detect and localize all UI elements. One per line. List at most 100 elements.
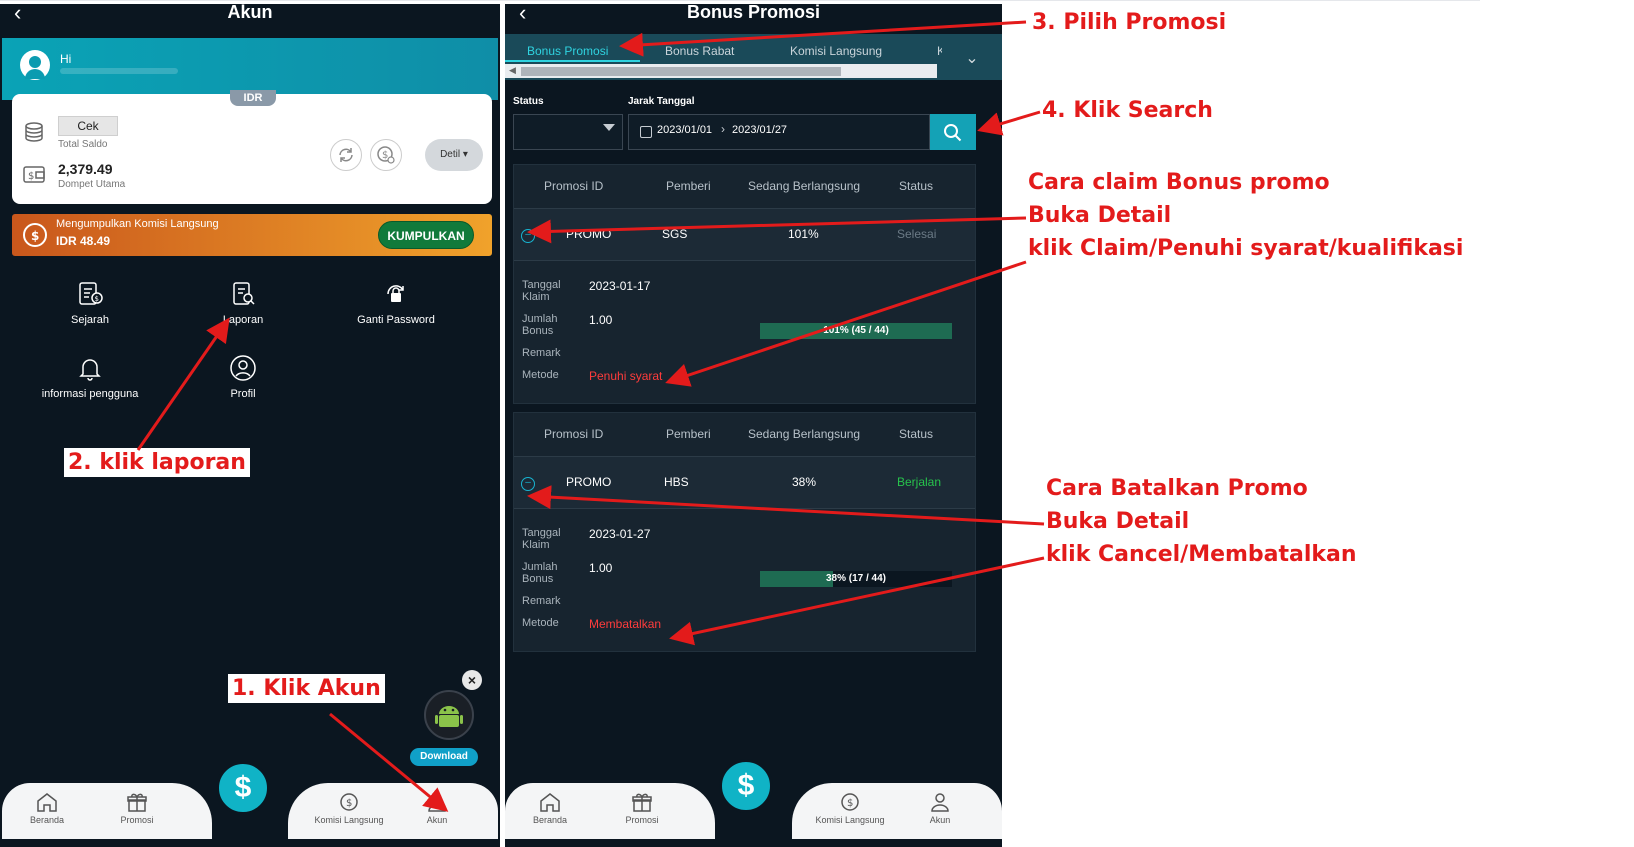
username-redacted bbox=[60, 68, 178, 74]
promo-id: PROMO bbox=[566, 475, 612, 489]
status-badge: Selesai bbox=[897, 227, 937, 241]
collect-button[interactable]: KUMPULKAN bbox=[378, 221, 474, 249]
bonus-promotion-screen: ‹ Bonus Promosi Bonus Promosi Bonus Raba… bbox=[505, 4, 1002, 847]
scroll-left-icon[interactable]: ◀ bbox=[509, 65, 516, 76]
detail-dropdown-button[interactable]: Detil ▾ bbox=[425, 139, 483, 171]
annotation-step-1: 1. Klik Akun bbox=[228, 674, 385, 703]
tab-akun[interactable]: Akun bbox=[392, 791, 482, 825]
close-download-button[interactable]: × bbox=[462, 670, 482, 690]
annotation-claim-line-1: Cara claim Bonus promo bbox=[1028, 170, 1330, 195]
tutorial-canvas: ‹ Akun Hi IDR Cek Total Saldo $ 2,379.49… bbox=[0, 0, 1634, 847]
status-select[interactable] bbox=[513, 114, 623, 150]
progress-bar: 38% (17 / 44) bbox=[760, 571, 952, 587]
claim-date-value: 2023-01-27 bbox=[589, 527, 651, 541]
refresh-button[interactable] bbox=[330, 139, 362, 171]
promo-record-1: Promosi ID Pemberi Sedang Berlangsung St… bbox=[513, 164, 976, 404]
col-pemberi: Pemberi bbox=[666, 179, 711, 193]
dollar-icon: $ bbox=[737, 769, 755, 802]
menu-informasi-pengguna[interactable]: informasi pengguna bbox=[30, 354, 150, 400]
collapse-icon[interactable]: – bbox=[521, 229, 535, 243]
annotation-claim-line-3: klik Claim/Penuhi syarat/kualifikasi bbox=[1028, 236, 1464, 261]
claim-date-label: Tanggal Klaim bbox=[522, 527, 561, 551]
tab-bonus-rabat[interactable]: Bonus Rabat bbox=[665, 44, 734, 58]
total-balance-label: Total Saldo bbox=[58, 139, 108, 150]
giver: SGS bbox=[662, 227, 688, 241]
menu-profil[interactable]: Profil bbox=[183, 354, 303, 400]
tab-beranda[interactable]: Beranda bbox=[2, 791, 92, 825]
collapse-icon[interactable]: – bbox=[521, 477, 535, 491]
svg-text:$: $ bbox=[95, 295, 99, 303]
giver: HBS bbox=[664, 475, 689, 489]
col-promo-id: Promosi ID bbox=[544, 427, 604, 441]
record-summary-row[interactable]: – PROMO SGS 101% Selesai bbox=[514, 209, 975, 261]
chevron-down-icon[interactable]: ⌄ bbox=[942, 38, 1002, 80]
progress-bar: 101% (45 / 44) bbox=[760, 323, 952, 339]
method-label: Metode bbox=[522, 369, 559, 381]
transfer-button[interactable]: $ bbox=[370, 139, 402, 171]
android-app-button[interactable] bbox=[424, 690, 474, 740]
annotation-step-4: 4. Klik Search bbox=[1042, 98, 1213, 123]
menu-label-informasi-pengguna: informasi pengguna bbox=[41, 388, 139, 400]
user-icon bbox=[428, 793, 446, 812]
bonus-amount-value: 1.00 bbox=[589, 561, 613, 575]
tab-promosi[interactable]: Promosi bbox=[92, 791, 182, 825]
page-title: Akun bbox=[227, 4, 273, 22]
commission-tab-icon: $ bbox=[841, 793, 859, 811]
commission-tab-icon: $ bbox=[340, 793, 358, 811]
annotation-step-2: 2. klik laporan bbox=[64, 448, 250, 477]
calendar-icon bbox=[640, 126, 652, 138]
tab-komisi-langsung[interactable]: $ Komisi Langsung bbox=[304, 791, 394, 825]
tab-akun[interactable]: Akun bbox=[895, 791, 985, 825]
commission-icon: $ bbox=[23, 223, 47, 247]
record-summary-row[interactable]: – PROMO HBS 38% Berjalan bbox=[514, 457, 975, 509]
avatar-icon[interactable] bbox=[20, 50, 50, 80]
tab-beranda[interactable]: Beranda bbox=[505, 791, 595, 825]
remark-label: Remark bbox=[522, 595, 561, 607]
bottom-tab-bar: Beranda Promosi $ $ Komisi Langsung Akun bbox=[0, 761, 500, 839]
lock-icon bbox=[387, 285, 404, 302]
svg-text:$: $ bbox=[31, 229, 39, 243]
svg-text:$: $ bbox=[346, 798, 352, 809]
fulfill-requirement-link[interactable]: Penuhi syarat bbox=[589, 369, 662, 383]
cancel-promo-link[interactable]: Membatalkan bbox=[589, 617, 661, 631]
scrollbar-thumb[interactable] bbox=[521, 67, 841, 76]
menu-ganti-password[interactable]: Ganti Password bbox=[336, 280, 456, 326]
menu-sejarah[interactable]: $ Sejarah bbox=[30, 280, 150, 326]
caret-down-icon: ▾ bbox=[462, 149, 468, 160]
refresh-icon bbox=[339, 148, 353, 162]
dollar-icon: $ bbox=[234, 771, 252, 804]
progress-percent: 38% bbox=[792, 475, 817, 489]
tab-komisi-langsung[interactable]: Komisi Langsung bbox=[790, 44, 882, 58]
account-screen: ‹ Akun Hi IDR Cek Total Saldo $ 2,379.49… bbox=[0, 4, 500, 847]
home-icon bbox=[540, 793, 560, 812]
record-header: Promosi ID Pemberi Sedang Berlangsung St… bbox=[514, 165, 975, 209]
progress-text: 101% (45 / 44) bbox=[823, 325, 889, 336]
deposit-button[interactable]: $ bbox=[719, 759, 773, 813]
menu-label-profil: Profil bbox=[230, 388, 256, 400]
date-from: 2023/01/01 bbox=[657, 124, 713, 136]
menu-label-ganti-password: Ganti Password bbox=[357, 314, 435, 326]
wallet-icon: $ bbox=[23, 166, 45, 183]
caret-down-icon bbox=[603, 124, 615, 131]
menu-laporan[interactable]: Laporan bbox=[183, 280, 303, 326]
tab-bonus-promosi[interactable]: Bonus Promosi bbox=[527, 44, 608, 58]
col-sedang-berlangsung: Sedang Berlangsung bbox=[748, 179, 861, 193]
download-button[interactable]: Download bbox=[410, 748, 478, 766]
col-status: Status bbox=[899, 427, 934, 441]
svg-text:$: $ bbox=[382, 150, 388, 161]
col-pemberi: Pemberi bbox=[666, 427, 711, 441]
check-balance-button[interactable]: Cek bbox=[58, 116, 118, 136]
svg-text:$: $ bbox=[847, 798, 853, 809]
bottom-tab-bar: Beranda Promosi $ $ Komisi Langsung Akun bbox=[505, 759, 1002, 839]
search-button[interactable] bbox=[930, 114, 976, 150]
page-title: Bonus Promosi bbox=[686, 4, 820, 22]
col-promo-id: Promosi ID bbox=[544, 179, 604, 193]
search-icon bbox=[944, 124, 962, 142]
tab-promosi[interactable]: Promosi bbox=[597, 791, 687, 825]
tab-label-komisi-langsung: Komisi Langsung bbox=[815, 815, 885, 825]
bonus-amount-label: Jumlah Bonus bbox=[522, 313, 558, 337]
tab-komisi-langsung[interactable]: $ Komisi Langsung bbox=[805, 791, 895, 825]
deposit-button[interactable]: $ bbox=[216, 761, 270, 815]
promo-record-2: Promosi ID Pemberi Sedang Berlangsung St… bbox=[513, 412, 976, 652]
home-icon bbox=[37, 793, 57, 812]
